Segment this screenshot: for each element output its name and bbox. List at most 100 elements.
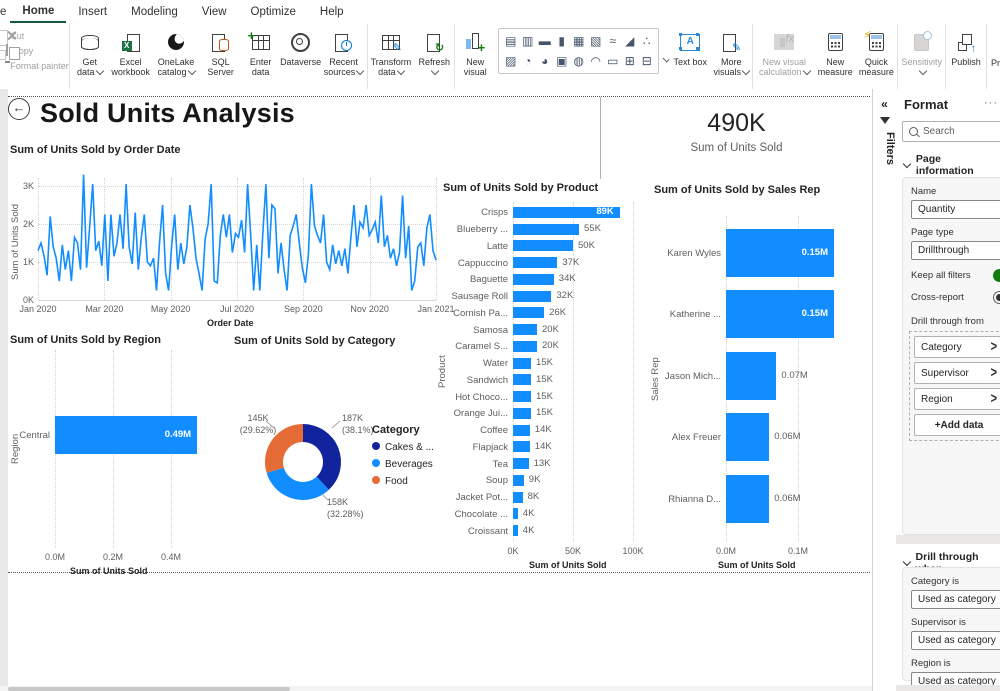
funnel-chart-icon[interactable]: ▨ xyxy=(505,54,516,68)
bar[interactable] xyxy=(513,273,554,285)
ribbon-chart-icon[interactable]: ▦ xyxy=(573,34,584,48)
sensitivity-button[interactable]: Sensitivity xyxy=(898,28,945,78)
format-painter-button[interactable]: Format painter xyxy=(6,60,69,72)
ribbon-tab-e[interactable]: e xyxy=(0,2,10,22)
bar[interactable] xyxy=(726,351,777,400)
onelake-catalog-button[interactable]: OneLake catalog xyxy=(151,28,200,78)
legend-item[interactable]: Beverages xyxy=(372,459,434,470)
enter-data-button[interactable]: + Enter data xyxy=(241,28,281,78)
cut-button[interactable]: Cut xyxy=(6,30,69,42)
drill-field-supervisor[interactable]: Supervisor > xyxy=(914,362,1000,384)
map-icon[interactable]: ◍ xyxy=(573,54,583,68)
condition-value-select[interactable]: Used as category xyxy=(911,590,1000,609)
bar[interactable] xyxy=(513,491,523,503)
new-measure-button[interactable]: New measure xyxy=(815,28,855,78)
bar[interactable] xyxy=(513,357,531,369)
line-chart-icon[interactable]: ≈ xyxy=(609,34,616,48)
scatter-chart-icon[interactable]: ∴ xyxy=(643,34,651,48)
format-search-input[interactable]: Search xyxy=(902,121,1000,142)
area-chart-icon[interactable]: ◢ xyxy=(625,34,634,48)
drill-field-category[interactable]: Category > xyxy=(914,336,1000,358)
bar-chart-product[interactable]: Sum of Units Sold by Product 0K 50K 100K Su… xyxy=(437,178,647,578)
table-icon[interactable]: ⊞ xyxy=(625,54,635,68)
horizontal-scrollbar-thumb[interactable] xyxy=(8,687,290,691)
stacked-column-chart-icon[interactable]: ▬ xyxy=(539,34,551,48)
bar[interactable] xyxy=(513,458,529,470)
new-visual-button[interactable]: + New visual xyxy=(455,28,495,78)
more-options-icon[interactable]: ··· xyxy=(984,97,998,109)
bar[interactable] xyxy=(513,474,524,486)
copy-button[interactable]: Copy xyxy=(6,44,69,57)
bar[interactable] xyxy=(513,441,530,453)
donut-chart-category[interactable]: Sum of Units Sold by Category 187K (38.1%… xyxy=(228,328,442,580)
expand-filters-icon[interactable]: « xyxy=(879,97,891,111)
dataverse-button[interactable]: Dataverse xyxy=(280,28,321,68)
bar[interactable] xyxy=(513,508,518,520)
bar[interactable] xyxy=(513,374,531,386)
donut-slice-beverages[interactable] xyxy=(266,467,329,500)
donut-slice-cakes[interactable] xyxy=(303,424,341,490)
bar[interactable] xyxy=(513,223,579,235)
bar[interactable] xyxy=(726,474,770,523)
condition-value-select[interactable]: Used as category xyxy=(911,631,1000,650)
ribbon-tab-modeling[interactable]: Modeling xyxy=(119,2,190,22)
gallery-expand-icon[interactable] xyxy=(662,55,670,63)
bar[interactable] xyxy=(513,424,530,436)
filters-pane-title[interactable]: Filters xyxy=(873,132,896,165)
chevron-right-icon: > xyxy=(990,391,997,407)
treemap-icon[interactable]: ▣ xyxy=(556,54,567,68)
ribbon-tab-view[interactable]: View xyxy=(190,2,239,22)
keep-all-filters-toggle[interactable] xyxy=(993,269,1000,282)
legend-item[interactable]: Food xyxy=(372,476,434,487)
clustered-column-chart-icon[interactable]: ▮ xyxy=(558,34,565,48)
line-chart-order-date[interactable]: Sum of Units Sold by Order Date 0K 1K 2K 3K… xyxy=(8,138,455,330)
stacked-bar-chart-icon[interactable]: ▤ xyxy=(505,34,516,48)
recent-sources-button[interactable]: Recent sources xyxy=(321,28,367,78)
waterfall-chart-icon[interactable]: ▧ xyxy=(590,34,601,48)
page-type-label: Page type xyxy=(911,227,954,238)
name-input[interactable]: Quantity xyxy=(911,200,1000,219)
card-visual[interactable]: 490K Sum of Units Sold xyxy=(600,97,872,179)
bar[interactable] xyxy=(513,324,537,336)
more-visuals-button[interactable]: ✎ More visuals xyxy=(710,28,752,78)
text-box-button[interactable]: A Text box xyxy=(670,28,710,68)
back-button[interactable]: ← xyxy=(8,98,30,120)
bar[interactable] xyxy=(513,525,518,537)
section-page-information[interactable]: Page information xyxy=(902,153,1000,177)
get-data-button[interactable]: Get data xyxy=(70,28,110,78)
transform-data-button[interactable]: ✎ Transform data xyxy=(368,28,415,78)
ribbon-tab-home[interactable]: Home xyxy=(10,1,67,23)
bar[interactable] xyxy=(513,407,531,419)
bar[interactable] xyxy=(513,290,552,302)
ribbon-tab-help[interactable]: Help xyxy=(308,2,356,22)
bar[interactable] xyxy=(513,340,537,352)
clustered-bar-chart-icon[interactable]: ▥ xyxy=(522,34,533,48)
bar[interactable] xyxy=(513,240,573,252)
bar-chart-sales-rep[interactable]: Sum of Units Sold by Sales Rep 0.0M 0.1M S… xyxy=(648,178,868,578)
excel-workbook-button[interactable]: X Excel workbook xyxy=(110,28,152,78)
drill-field-region[interactable]: Region > xyxy=(914,388,1000,410)
add-data-button[interactable]: +Add data xyxy=(914,414,1000,436)
refresh-button[interactable]: ↻ Refresh xyxy=(414,28,454,78)
page-type-select[interactable]: Drillthrough xyxy=(911,241,1000,260)
bar[interactable] xyxy=(513,307,545,319)
gauge-icon[interactable]: ◠ xyxy=(590,54,600,68)
card-visual-icon[interactable]: ▭ xyxy=(607,54,618,68)
donut-chart-icon[interactable]: ◕ xyxy=(541,54,548,68)
sql-server-button[interactable]: SQL Server xyxy=(201,28,241,78)
bar[interactable] xyxy=(513,257,558,269)
bar-value-label: 15K xyxy=(536,357,553,369)
new-visual-calculation-button[interactable]: fx New visual calculation xyxy=(753,28,815,78)
quick-measure-button[interactable]: ⚡ Quick measure xyxy=(855,27,897,78)
ribbon-tab-optimize[interactable]: Optimize xyxy=(239,2,308,22)
ribbon-tab-insert[interactable]: Insert xyxy=(66,2,119,22)
cross-report-toggle[interactable] xyxy=(993,291,1000,304)
legend-item[interactable]: Cakes & ... xyxy=(372,442,434,453)
bar[interactable] xyxy=(513,391,531,403)
ribbon-group-partial: Pr xyxy=(987,24,1000,90)
publish-button[interactable]: ↑ Publish xyxy=(946,28,986,68)
pie-chart-icon[interactable]: ◔ xyxy=(524,54,531,68)
bar-chart-region[interactable]: Sum of Units Sold by Region 0.0M 0.2M 0.4M… xyxy=(8,328,234,582)
matrix-icon[interactable]: ⊟ xyxy=(642,54,652,68)
bar[interactable] xyxy=(726,413,770,462)
